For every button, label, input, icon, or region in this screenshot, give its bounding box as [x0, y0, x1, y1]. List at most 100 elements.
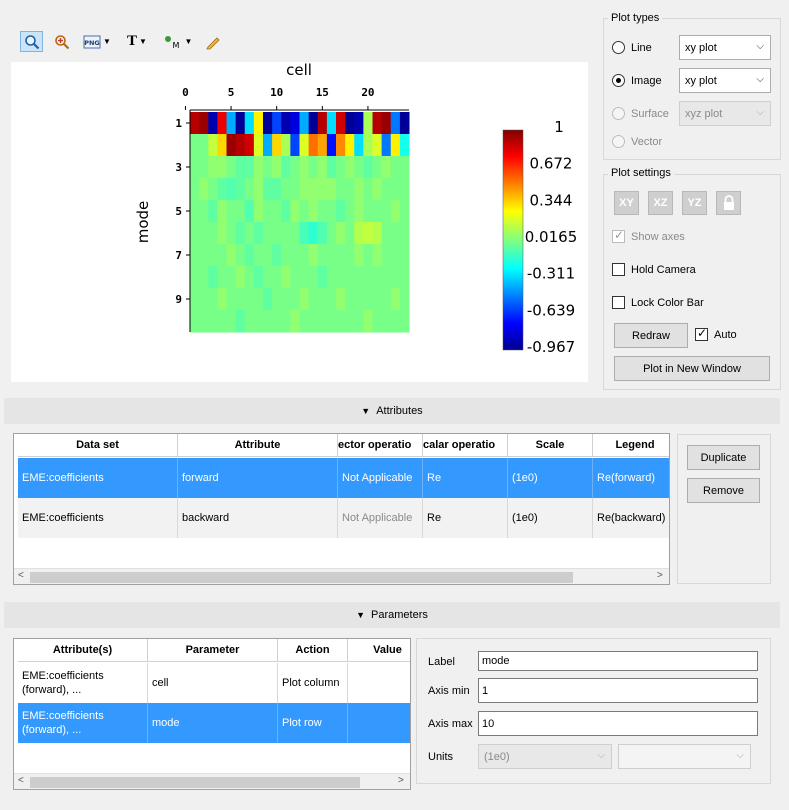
redraw-button[interactable]: Redraw	[614, 323, 688, 348]
surface-plot-type-select[interactable]: xyz plot ⌵	[679, 101, 771, 126]
scrollbar-thumb[interactable]	[30, 572, 573, 583]
table-cell: Re(backward)	[593, 498, 669, 538]
plot-canvas[interactable]: 0 5 10 15 20 1 3 5 7 9 cell mode 1 0.672 0.344 0.01…	[11, 61, 588, 382]
column-header[interactable]: Attribute	[178, 434, 338, 457]
parameters-section-header[interactable]: ▼ Parameters	[4, 602, 780, 628]
heatmap-cell	[290, 266, 301, 289]
duplicate-button[interactable]: Duplicate	[687, 445, 760, 470]
heatmap-cell	[317, 156, 328, 179]
heatmap-cell	[372, 266, 383, 289]
lock-color-bar-checkbox[interactable]: Lock Color Bar	[612, 296, 704, 309]
heatmap-cell	[354, 244, 364, 267]
table-cell: Re	[423, 498, 508, 538]
axis-max-input[interactable]: 10	[478, 711, 758, 736]
heatmap-cell	[345, 266, 355, 289]
horizontal-scrollbar[interactable]: < >	[14, 568, 669, 584]
text-tool-button[interactable]: T ▼	[120, 31, 154, 52]
heatmap-cell	[363, 266, 374, 289]
colorbar-tick-label: -0.639	[527, 301, 575, 319]
heatmap-cell	[281, 244, 291, 267]
column-header[interactable]: Action	[278, 639, 348, 662]
heatmap-cell	[281, 288, 291, 311]
heatmap-cell	[354, 156, 364, 179]
column-header[interactable]: Scale	[508, 434, 593, 457]
chevron-down-icon: ⌵	[736, 750, 744, 761]
zoom-fit-icon	[54, 34, 69, 49]
label-input[interactable]: mode	[478, 651, 758, 671]
scroll-right-icon[interactable]: >	[398, 775, 404, 786]
zoom-fit-button[interactable]	[50, 31, 73, 52]
heatmap-cell	[208, 222, 218, 245]
heatmap-cell	[217, 244, 228, 267]
column-header[interactable]: Value	[348, 639, 410, 662]
radio-surface[interactable]: Surface	[612, 107, 669, 120]
heatmap-cell	[390, 200, 401, 223]
radio-vector[interactable]: Vector	[612, 135, 662, 148]
units-secondary-select[interactable]: ⌵	[618, 744, 751, 769]
heatmap-cell	[208, 156, 218, 179]
table-cell: EME:coefficients (forward), ...	[18, 703, 148, 743]
column-header[interactable]: Legend	[593, 434, 669, 457]
heatmap-cell	[281, 310, 291, 333]
export-png-button[interactable]: PNG ▼	[80, 31, 114, 52]
hold-camera-checkbox[interactable]: Hold Camera	[612, 263, 696, 276]
lock-view-button[interactable]	[716, 191, 741, 215]
column-header[interactable]: Attribute(s)	[18, 639, 148, 662]
heatmap-cell	[208, 200, 218, 223]
attributes-section-header[interactable]: ▼ Attributes	[4, 398, 780, 424]
heatmap-cell	[281, 134, 291, 157]
heatmap-cell	[326, 200, 337, 223]
column-header[interactable]: calar operatio	[423, 434, 508, 457]
line-plot-type-select[interactable]: xy plot ⌵	[679, 35, 771, 60]
view-xz-button[interactable]: XZ	[648, 191, 673, 215]
scrollbar-thumb[interactable]	[30, 777, 360, 788]
column-header[interactable]: ector operatio	[338, 434, 423, 457]
view-xy-button[interactable]: XY	[614, 191, 639, 215]
heatmap-cell	[208, 310, 218, 333]
heatmap-cell	[190, 244, 200, 267]
heatmap-cell	[308, 134, 319, 157]
radio-circle	[612, 74, 625, 87]
view-yz-button[interactable]: YZ	[682, 191, 707, 215]
lock-icon	[723, 195, 734, 210]
heatmap-cell	[235, 134, 246, 157]
radio-image[interactable]: Image	[612, 74, 662, 87]
heatmap-cell	[381, 244, 392, 267]
scroll-right-icon[interactable]: >	[657, 570, 663, 581]
image-plot-type-select[interactable]: xy plot ⌵	[679, 68, 771, 93]
heatmap-cell	[336, 178, 346, 201]
column-header[interactable]: Parameter	[148, 639, 278, 662]
auto-checkbox[interactable]: Auto	[695, 326, 737, 341]
radio-line[interactable]: Line	[612, 41, 652, 54]
axis-min-input[interactable]: 1	[478, 678, 758, 703]
units-select[interactable]: (1e0) ⌵	[478, 744, 612, 769]
heatmap-cell	[253, 112, 264, 135]
remove-button[interactable]: Remove	[687, 478, 760, 503]
attributes-table[interactable]: Data set Attribute ector operatio calar …	[13, 433, 670, 585]
heatmap-plot[interactable]: 0 5 10 15 20 1 3 5 7 9 cell mode 1 0.672 0.344 0.01…	[11, 61, 588, 382]
scroll-left-icon[interactable]: <	[18, 775, 24, 786]
heatmap-cell	[326, 288, 337, 311]
marker-tool-button[interactable]: M ▼	[160, 31, 195, 52]
horizontal-scrollbar[interactable]: < >	[14, 773, 410, 789]
heatmap-cell	[390, 134, 401, 157]
heatmap-cell	[363, 244, 374, 267]
radio-circle	[612, 135, 625, 148]
heatmap-cell	[317, 134, 328, 157]
heatmap-cell	[299, 244, 310, 267]
heatmap-cell	[217, 134, 228, 157]
heatmap-cell	[299, 288, 310, 311]
heatmap-cell	[399, 200, 410, 223]
show-axes-checkbox[interactable]: Show axes	[612, 228, 685, 243]
scroll-left-icon[interactable]: <	[18, 570, 24, 581]
heatmap-cell	[263, 222, 273, 245]
heatmap-cell	[263, 288, 273, 311]
combo-value: xyz plot	[685, 107, 723, 120]
pencil-button[interactable]	[201, 31, 224, 52]
zoom-button[interactable]	[20, 31, 43, 52]
parameters-table[interactable]: Attribute(s) Parameter Action Value EME:…	[13, 638, 411, 790]
heatmap-cell	[326, 134, 337, 157]
plot-in-new-window-button[interactable]: Plot in New Window	[614, 356, 770, 381]
svg-text:PNG: PNG	[84, 39, 100, 47]
column-header[interactable]: Data set	[18, 434, 178, 457]
